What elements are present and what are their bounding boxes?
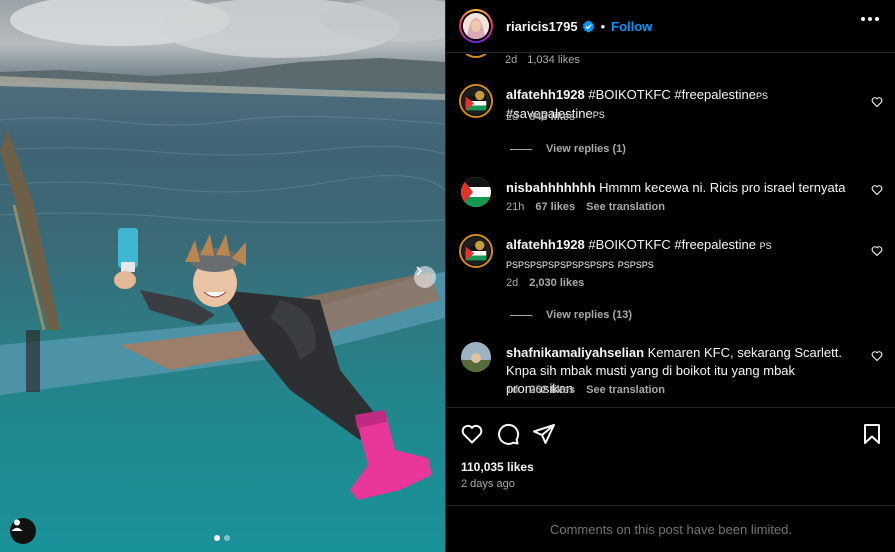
tagged-users-button[interactable] [10,518,36,544]
comment-content: alfatehh1928 #BOIKOTKFC #freepalestine P… [506,236,860,274]
comment-avatar[interactable] [459,54,493,58]
carousel-dot-active [214,535,220,541]
more-icon-dot [875,17,879,21]
post-likes-count[interactable]: 110,035 likes [461,460,534,474]
comment-meta: 2d 2,030 likes [506,277,584,289]
view-replies-label: View replies (13) [546,309,633,321]
view-replies-button[interactable]: View replies (1) [510,143,626,155]
photo-illustration [0,0,445,500]
comment-text: #BOIKOTKFC #freepalestine [588,237,757,252]
comment-username[interactable]: alfatehh1928 [506,87,585,102]
comment-meta: 21h 67 likes See translation [506,201,665,213]
post-photo[interactable] [0,0,445,552]
comment-emoji-text: PSPSPS [617,260,654,270]
avatar-image [461,177,491,207]
heart-icon[interactable] [871,96,883,108]
comment-icon[interactable] [496,422,520,446]
comment-likes[interactable]: 2,030 likes [529,277,584,289]
author-avatar[interactable] [459,9,493,43]
heart-icon[interactable] [460,422,484,446]
carousel-dot [224,535,230,541]
next-photo-button[interactable] [414,266,436,288]
comment-time: 2d [506,277,519,289]
comment-likes[interactable]: 67 likes [535,201,575,213]
avatar-image [462,237,490,265]
comment-time: 1d [506,384,519,396]
comment-time: 2d [506,111,519,123]
comment-avatar[interactable] [459,84,493,118]
see-translation-link[interactable]: See translation [586,384,665,396]
comments-list[interactable]: 2d 1,034 likes alfatehh1928 #BOIKOTKFC #f… [446,54,895,407]
comment-avatar[interactable] [461,177,491,207]
post-header: riaricis1795 • Follow [446,0,895,53]
comment-avatar[interactable] [461,342,491,372]
comment-username[interactable]: shafnikamaliyahselian [506,345,644,360]
comment-username[interactable]: alfatehh1928 [506,237,585,252]
share-icon[interactable] [532,422,556,446]
comment-content: nisbahhhhhhh Hmmm kecewa ni. Ricis pro i… [506,179,860,197]
avatar-image [461,342,491,372]
post-side-panel: riaricis1795 • Follow 2d 1,034 likes alf… [445,0,895,552]
comment-meta: 2d 843 likes [506,111,575,123]
heart-icon[interactable] [871,350,883,362]
comment-meta: 2d 1,034 likes [505,54,580,66]
avatar-image [462,87,490,115]
comment-meta: 1d 262 likes See translation [506,384,665,396]
replies-divider [510,314,532,316]
replies-divider [510,148,532,150]
chevron-right-icon [416,266,423,276]
comment-likes[interactable]: 262 likes [529,384,575,396]
bookmark-icon[interactable] [860,422,884,446]
post-actions: 110,035 likes 2 days ago [446,407,895,505]
see-translation-link[interactable]: See translation [586,201,665,213]
author-username[interactable]: riaricis1795 [506,19,578,34]
view-replies-label: View replies (1) [546,143,626,155]
heart-icon[interactable] [871,245,883,257]
more-options-button[interactable] [861,17,879,21]
comment-emoji-text: PS [756,91,769,101]
verified-badge-icon [582,19,595,32]
comments-limited-notice: Comments on this post have been limited. [446,505,895,552]
comment-username[interactable]: nisbahhhhhhh [506,180,596,195]
view-replies-button[interactable]: View replies (13) [510,309,632,321]
more-icon [861,17,865,21]
heart-icon[interactable] [871,184,883,196]
header-separator: • [600,18,606,34]
follow-button[interactable]: Follow [611,19,652,34]
comment-avatar[interactable] [459,234,493,268]
comment-likes[interactable]: 1,034 likes [527,54,580,66]
more-icon-dot [868,17,872,21]
comment-likes[interactable]: 843 likes [529,111,575,123]
comment-time: 21h [506,201,525,213]
comment-emoji-text: PS [592,110,605,120]
comment-text: Hmmm kecewa ni. Ricis pro israel ternyat… [599,180,846,195]
user-tag-icon [11,519,23,531]
avatar-image [463,13,489,39]
comment-text: #BOIKOTKFC #freepalestine [588,87,757,102]
post-timestamp[interactable]: 2 days ago [461,478,515,490]
carousel-indicator [214,535,230,541]
comment-time: 2d [505,54,518,66]
